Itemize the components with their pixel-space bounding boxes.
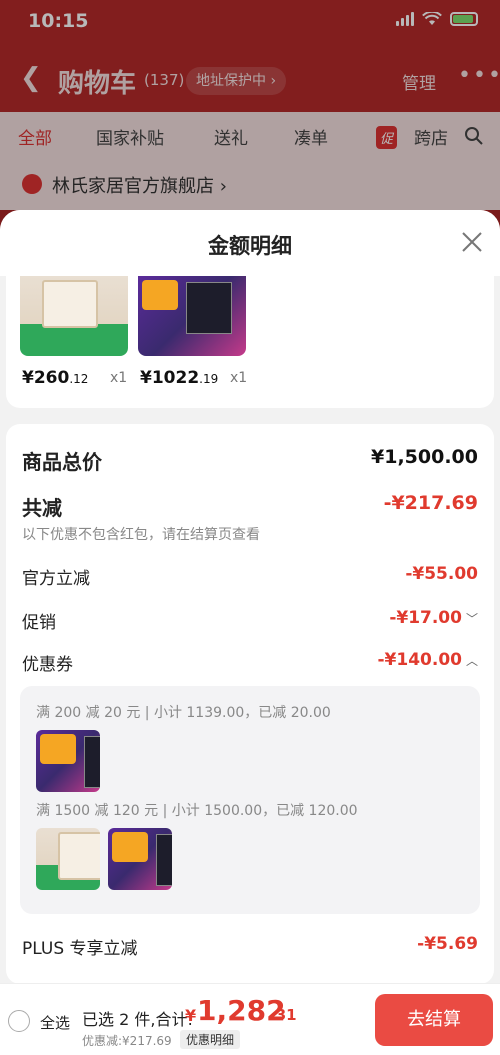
plus-discount-row: PLUS 专享立减 -¥5.69 [22,934,478,964]
total-label: 商品总价 [22,450,102,474]
checkout-bar: 全选 已选 2 件,合计: ¥ 1,282 .31 优惠减:¥217.69 优惠… [0,983,500,1055]
total-row: 商品总价 ¥1,500.00 [22,446,478,476]
total-currency: ¥ [185,1006,197,1025]
coupon-product-thumb [36,828,100,890]
selected-count: 已选 2 件,合计: [82,1010,193,1029]
modal-overlay[interactable] [0,0,500,210]
official-discount-label: 官方立减 [22,569,90,589]
product-item[interactable] [138,276,246,356]
coupon-line: 满 200 减 20 元 | 小计 1139.00，已减 20.00 [36,705,331,721]
amount-detail-card: 商品总价 ¥1,500.00 共减 -¥217.69 以下优惠不包含红包，请在结… [6,424,494,984]
select-all-label[interactable]: 全选 [40,1012,70,1033]
total-amount-decimal: .31 [270,1006,297,1024]
product-price: ¥1022.19 [140,368,219,388]
coupon-detail-box: 满 200 减 20 元 | 小计 1139.00，已减 20.00 满 150… [20,686,480,914]
checkout-button[interactable]: 去结算 [375,994,493,1046]
plus-discount-label: PLUS 专享立减 [22,939,138,959]
promo-row[interactable]: 促销 -¥17.00 ﹀ [22,608,478,638]
plus-discount-value: -¥5.69 [417,934,478,954]
coupon-label: 优惠券 [22,655,73,675]
close-icon[interactable] [460,230,484,254]
official-discount-value: -¥55.00 [405,564,478,584]
reduce-label: 共减 [22,496,62,520]
reduce-value: -¥217.69 [383,492,478,514]
product-image-cabinet [20,276,128,356]
chevron-down-icon: ﹀ [465,612,478,626]
product-qty: x1 [230,370,248,386]
product-qty: x1 [110,370,128,386]
coupon-value: -¥140.00 ︿ [377,650,478,670]
coupon-row[interactable]: 优惠券 -¥140.00 ︿ [22,650,478,680]
discount-note: 以下优惠不包含红包，请在结算页查看 [22,527,260,543]
total-value: ¥1,500.00 [371,446,478,468]
sheet-title: 金额明细 [208,234,292,258]
sheet-header: 金额明细 [0,210,500,276]
reduce-row: 共减 -¥217.69 [22,492,478,522]
promo-label: 促销 [22,613,56,633]
product-price: ¥260.12 [22,368,89,388]
discount-summary: 优惠减:¥217.69 [82,1034,172,1048]
select-all-checkbox[interactable] [8,1010,30,1032]
promo-value: -¥17.00 ﹀ [389,608,478,628]
coupon-line: 满 1500 减 120 元 | 小计 1500.00，已减 120.00 [36,803,358,819]
coupon-product-thumb [36,730,100,792]
chevron-up-icon: ︿ [465,654,478,668]
discount-detail-button[interactable]: 优惠明细 [180,1030,241,1049]
official-discount-row: 官方立减 -¥55.00 [22,564,478,594]
product-image-motherboard [138,276,246,356]
products-card: ¥260.12 x1 ¥1022.19 x1 [6,276,494,408]
coupon-product-thumb [108,828,172,890]
amount-detail-sheet: 金额明细 ¥260.12 x1 ¥1022.19 x1 商品总价 ¥1,500.… [0,210,500,1055]
product-item[interactable] [20,276,128,356]
